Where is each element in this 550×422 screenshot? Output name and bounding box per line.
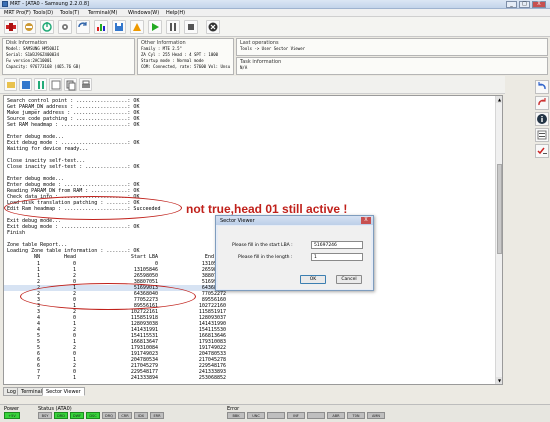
redo-icon[interactable] xyxy=(535,96,549,110)
connect-icon[interactable] xyxy=(4,20,18,34)
undo-icon[interactable] xyxy=(535,80,549,94)
status-led: INF xyxy=(287,412,305,419)
stop-icon[interactable] xyxy=(184,20,198,34)
status-led: DSC xyxy=(86,412,100,419)
print-log-icon[interactable] xyxy=(79,78,92,91)
last-operations-panel: Last operations Tools -> User Sector Vie… xyxy=(236,38,548,56)
close-button[interactable]: X xyxy=(532,1,546,8)
log-line: Set RAM headmap : ......................… xyxy=(7,122,140,128)
window-title: MRT - [ATA0 - Samsung 2.2.0.8] xyxy=(10,1,89,7)
status-led: +5V xyxy=(4,412,20,419)
settings-icon[interactable] xyxy=(58,20,72,34)
status-led: IDX xyxy=(134,412,148,419)
play-icon[interactable] xyxy=(148,20,162,34)
power-icon[interactable] xyxy=(40,20,54,34)
start-lba-label: Please fill in the start LBA : xyxy=(232,243,293,248)
start-lba-input[interactable]: 51697246 xyxy=(311,241,363,249)
maximize-button[interactable]: □ xyxy=(519,1,530,8)
task-information-value: N/A xyxy=(240,65,248,70)
last-operation-value: Tools -> User Sector Viewer xyxy=(240,46,306,51)
log-line: Close inacity self-test : ..............… xyxy=(7,164,140,170)
status-led: BSY xyxy=(38,412,52,419)
ok-button[interactable]: OK xyxy=(300,275,326,284)
cancel-icon[interactable] xyxy=(206,20,220,34)
save-icon[interactable] xyxy=(112,20,126,34)
pause-icon[interactable] xyxy=(166,20,180,34)
zone-table-row[interactable]: 7 1 241333894 253068852 xyxy=(4,375,254,381)
status-led: ERR xyxy=(150,412,164,419)
length-input[interactable]: 1 xyxy=(311,253,363,261)
minimize-button[interactable]: _ xyxy=(506,1,517,8)
disk-information-panel: Disk Information Model: SAMSUNG HM500JI … xyxy=(2,38,135,75)
menu-help[interactable]: Help(H) xyxy=(166,10,185,16)
status-led: DRQ xyxy=(102,412,116,419)
task-information-panel: Task information N/A xyxy=(236,57,548,75)
zone-header-cell: Start LBA xyxy=(130,254,158,260)
zone-cell: 253068852 xyxy=(198,375,226,381)
zone-header-cell: NN xyxy=(33,254,40,260)
list-icon[interactable] xyxy=(535,128,549,142)
disconnect-icon[interactable] xyxy=(22,20,36,34)
scroll-up-icon[interactable]: ▲ xyxy=(496,96,502,103)
app-icon xyxy=(2,1,8,7)
log-toolbar xyxy=(0,76,505,94)
zone-cell: 1 xyxy=(72,375,76,381)
disk-capacity: Capacity: 976773168 (465.76 GB) xyxy=(6,64,81,69)
status-led: AMN xyxy=(367,412,385,419)
status-led: DWF xyxy=(70,412,84,419)
right-toolbar xyxy=(533,76,550,166)
scroll-down-icon[interactable]: ▼ xyxy=(496,377,502,384)
scrollbar-thumb[interactable] xyxy=(497,164,502,254)
info-icon[interactable] xyxy=(535,112,549,126)
cancel-button[interactable]: Cancel xyxy=(336,275,362,284)
menu-terminal[interactable]: Terminal(M) xyxy=(88,10,117,16)
dialog-body: Please fill in the start LBA : 51697246 … xyxy=(218,226,371,289)
com-info: COM: Connected, rate: 57600 Vol: Unsuppo… xyxy=(141,64,230,69)
open-log-icon[interactable] xyxy=(4,78,17,91)
sector-viewer-dialog: Sector Viewer X Please fill in the start… xyxy=(215,215,374,291)
pause-log-icon[interactable] xyxy=(34,78,47,91)
save-log-icon[interactable] xyxy=(19,78,32,91)
copy-log-icon[interactable] xyxy=(64,78,77,91)
status-bar: Power +5V Status (ATA0) BSY DRD DWF DSC DRQ C… xyxy=(0,404,550,422)
succeeded-highlight-ellipse xyxy=(4,196,182,220)
zone-cell: 7 xyxy=(36,375,40,381)
tab-sector-viewer[interactable]: Sector Viewer xyxy=(42,387,85,396)
checklist-icon[interactable] xyxy=(535,144,549,158)
dialog-close-button[interactable]: X xyxy=(361,217,371,224)
status-led: UNC xyxy=(247,412,265,419)
status-led: ABR xyxy=(327,412,345,419)
status-led xyxy=(267,412,285,419)
chart-icon[interactable] xyxy=(94,20,108,34)
log-line: Finish xyxy=(7,230,26,236)
main-toolbar xyxy=(0,17,550,37)
refresh-icon[interactable] xyxy=(76,20,90,34)
status-led: CRR xyxy=(118,412,132,419)
dialog-title: Sector Viewer xyxy=(216,216,373,225)
head-map-icon[interactable] xyxy=(130,20,144,34)
status-led: T0N xyxy=(347,412,365,419)
status-led: DRD xyxy=(54,412,68,419)
title-bar: MRT - [ATA0 - Samsung 2.2.0.8] _ □ X xyxy=(0,0,550,9)
log-scrollbar[interactable]: ▲ ▼ xyxy=(495,96,502,384)
other-information-panel: Other Information Family : MTE 2.5" ZA C… xyxy=(137,38,234,75)
menu-tools-d[interactable]: Tools(D) xyxy=(33,10,53,16)
menu-mrt-pro[interactable]: MRT Pro(F) xyxy=(4,10,31,16)
annotation-text: not true,head 01 still active ! xyxy=(186,202,348,216)
menu-windows[interactable]: Windows(W) xyxy=(128,10,159,16)
length-label: Please fill in the length : xyxy=(238,255,293,260)
status-led xyxy=(307,412,325,419)
log-line: Waiting for device ready... xyxy=(7,146,89,152)
status-led: BBK xyxy=(227,412,245,419)
clear-log-icon[interactable] xyxy=(49,78,62,91)
log-line: Exit debug mode : ......................… xyxy=(7,224,140,230)
menu-bar: MRT Pro(F) Tools(D) Tools(T) Terminal(M)… xyxy=(0,9,550,17)
zone-header-cell: Head xyxy=(63,254,76,260)
menu-tools-t[interactable]: Tools(T) xyxy=(60,10,79,16)
zone-rows-highlight-ellipse xyxy=(20,283,196,310)
zone-cell: 241333894 xyxy=(130,375,158,381)
